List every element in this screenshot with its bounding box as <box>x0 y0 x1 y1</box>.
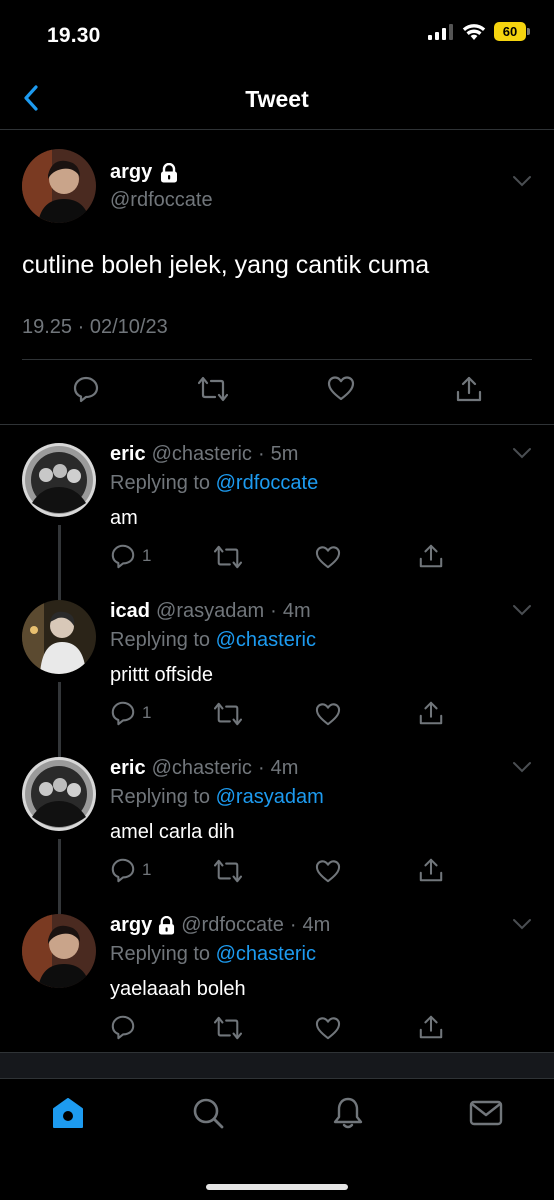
mention-link[interactable]: @rasyadam <box>216 786 324 808</box>
share-icon[interactable] <box>418 857 444 883</box>
lock-icon <box>159 916 175 935</box>
reply-icon <box>111 701 135 726</box>
status-time: 19.30 <box>47 24 101 47</box>
replying-to: Replying to @rasyadam <box>110 786 324 808</box>
user-name[interactable]: eric <box>110 443 146 466</box>
tweet-age: 5m <box>270 443 299 465</box>
bottom-tab-bar <box>0 1078 554 1200</box>
signal-icon <box>428 23 453 40</box>
status-bar: 19.30 60 <box>0 0 554 70</box>
reply-button[interactable]: 1 <box>110 543 151 569</box>
user-name[interactable]: argy <box>110 914 152 937</box>
divider <box>22 359 532 360</box>
main-tweet: argy @rdfoccate cutline boleh jelek, yan… <box>0 131 554 425</box>
tweet-age: 4m <box>282 600 311 622</box>
mention-link[interactable]: @chasteric <box>216 943 316 965</box>
avatar[interactable] <box>22 149 96 223</box>
home-icon[interactable] <box>50 1095 86 1131</box>
home-indicator <box>206 1184 348 1190</box>
reply-icon <box>111 544 135 569</box>
page-title: Tweet <box>245 86 309 112</box>
retweet-icon[interactable] <box>198 375 228 403</box>
chevron-down-icon[interactable] <box>512 447 532 459</box>
reply-tweet[interactable]: argy @rdfoccate · 4m Replying to @chasteri… <box>0 914 554 1052</box>
replying-to: Replying to @chasteric <box>110 629 316 651</box>
retweet-icon[interactable] <box>214 701 242 727</box>
tweet-age: 4m <box>302 914 331 936</box>
avatar[interactable] <box>22 757 96 831</box>
reply-tweet[interactable]: eric @chasteric · 5m Replying to @rdfoccat… <box>0 443 554 605</box>
thread-line <box>58 525 61 605</box>
reply-icon[interactable] <box>72 375 100 403</box>
tweet-text: yaelaaah boleh <box>110 978 246 1000</box>
reply-count: 1 <box>142 703 152 722</box>
thread-line <box>58 682 61 762</box>
reply-tweet[interactable]: icad @rasyadam · 4m Replying to @chasteric… <box>0 600 554 762</box>
section-divider <box>0 1052 554 1078</box>
replying-to: Replying to @rdfoccate <box>110 472 319 494</box>
chevron-down-icon[interactable] <box>512 761 532 773</box>
mention-link[interactable]: @rdfoccate <box>216 472 319 494</box>
tweet-text: cutline boleh jelek, yang cantik cuma <box>22 251 430 279</box>
chevron-down-icon[interactable] <box>512 918 532 930</box>
avatar[interactable] <box>22 443 96 517</box>
user-handle[interactable]: @rdfoccate <box>181 914 284 937</box>
user-handle[interactable]: @chasteric <box>152 443 252 466</box>
reply-count: 1 <box>142 546 152 565</box>
reply-button[interactable]: 1 <box>110 700 151 726</box>
user-handle[interactable]: @chasteric <box>152 757 252 780</box>
notifications-icon[interactable] <box>330 1095 366 1131</box>
replying-to: Replying to @chasteric <box>110 943 316 965</box>
reply-button[interactable]: 1 <box>110 857 151 883</box>
reply-count: 1 <box>142 860 152 879</box>
user-name[interactable]: icad <box>110 600 150 623</box>
user-name[interactable]: argy <box>110 161 152 184</box>
user-handle[interactable]: @rasyadam <box>156 600 264 623</box>
like-icon[interactable] <box>315 702 341 726</box>
reply-icon <box>111 858 135 883</box>
like-icon[interactable] <box>315 859 341 883</box>
like-icon[interactable] <box>315 1016 341 1040</box>
user-name[interactable]: eric <box>110 757 146 780</box>
tweet-text: prittt offside <box>110 664 214 686</box>
tweet-text: am <box>110 507 138 529</box>
tweet-date: 02/10/23 <box>89 316 168 338</box>
thread-line <box>58 839 61 919</box>
reply-button[interactable] <box>110 1014 142 1040</box>
chevron-down-icon[interactable] <box>512 604 532 616</box>
like-icon[interactable] <box>327 375 355 401</box>
tweet-timestamp: 19.25 · 02/10/23 <box>22 316 168 338</box>
avatar[interactable] <box>22 914 96 988</box>
share-icon[interactable] <box>418 700 444 726</box>
share-icon[interactable] <box>455 375 483 403</box>
avatar[interactable] <box>22 600 96 674</box>
lock-icon <box>161 162 178 182</box>
tweet-age: 4m <box>270 757 299 779</box>
retweet-icon[interactable] <box>214 858 242 884</box>
wifi-icon <box>462 23 486 40</box>
messages-icon[interactable] <box>468 1095 504 1131</box>
mention-link[interactable]: @chasteric <box>216 629 316 651</box>
battery-icon: 60 <box>494 22 530 41</box>
tweet-time: 19.25 <box>22 316 73 338</box>
search-icon[interactable] <box>190 1095 226 1131</box>
top-nav-bar: Tweet <box>0 70 554 130</box>
tweet-actions <box>0 375 554 411</box>
reply-icon <box>111 1015 135 1040</box>
battery-level: 60 <box>494 22 526 41</box>
user-handle[interactable]: @rdfoccate <box>110 189 213 212</box>
like-icon[interactable] <box>315 545 341 569</box>
share-icon[interactable] <box>418 1014 444 1040</box>
retweet-icon[interactable] <box>214 1015 242 1041</box>
share-icon[interactable] <box>418 543 444 569</box>
reply-tweet[interactable]: eric @chasteric · 4m Replying to @rasyadam… <box>0 757 554 919</box>
tweet-text: amel carla dih <box>110 821 235 843</box>
chevron-down-icon[interactable] <box>512 175 532 187</box>
retweet-icon[interactable] <box>214 544 242 570</box>
